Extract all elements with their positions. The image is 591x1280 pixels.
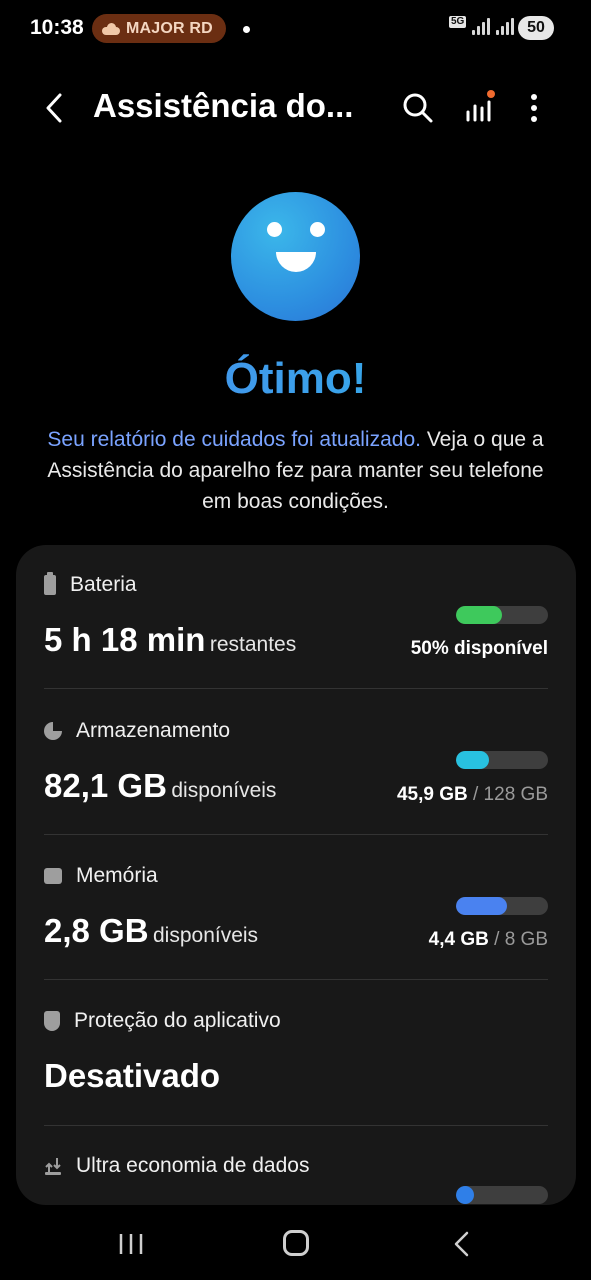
memory-progress-bar — [456, 897, 548, 915]
status-time: 10:38 — [30, 16, 84, 39]
chevron-left-icon — [46, 93, 62, 123]
data-saver-label: Ultra economia de dados — [76, 1154, 310, 1177]
storage-total: / 128 GB — [473, 784, 548, 805]
network-type-badge: 5G — [449, 16, 467, 28]
device-care-screen: 10:38 MAJOR RD 5G 50 Assistência do... Ó… — [0, 0, 591, 1280]
memory-label: Memória — [76, 864, 158, 887]
app-protection-label: Proteção do aplicativo — [74, 1009, 281, 1032]
storage-usage-text: 45,9 GB / 128 GB — [397, 784, 548, 806]
system-navigation-bar — [0, 1208, 591, 1280]
divider — [44, 1125, 548, 1126]
storage-progress-bar — [456, 751, 548, 769]
storage-free-value: 82,1 GB — [44, 767, 167, 804]
battery-time-value: 5 h 18 min — [44, 621, 206, 658]
memory-chip-icon — [44, 868, 62, 884]
data-transfer-icon — [45, 1158, 61, 1175]
diagnostics-button[interactable] — [460, 86, 500, 130]
notification-dot-icon — [243, 26, 250, 33]
divider — [44, 688, 548, 689]
battery-icon — [44, 572, 56, 595]
care-status-heading: Ótimo! — [0, 354, 591, 404]
face-mouth — [276, 252, 316, 272]
back-button[interactable] — [36, 88, 76, 128]
memory-free-unit: disponíveis — [153, 924, 259, 947]
memory-used: 4,4 GB — [428, 929, 489, 950]
search-icon — [403, 93, 433, 123]
bar-chart-icon — [466, 90, 495, 122]
battery-row[interactable]: Bateria 5 h 18 min restantes 50% disponí… — [44, 572, 548, 689]
recents-icon — [119, 1234, 143, 1254]
memory-usage-text: 4,4 GB / 8 GB — [429, 929, 548, 951]
storage-free-unit: disponíveis — [171, 779, 277, 802]
more-options-button[interactable] — [518, 88, 550, 128]
app-protection-status: Desativado — [44, 1057, 221, 1094]
storage-pie-icon — [44, 722, 62, 740]
battery-progress-fill — [456, 606, 502, 624]
report-link[interactable]: Seu relatório de cuidados foi atualizado… — [47, 428, 421, 451]
memory-row[interactable]: Memória 2,8 GB disponíveis 4,4 GB / 8 GB — [44, 864, 548, 980]
report-summary: Seu relatório de cuidados foi atualizado… — [40, 424, 551, 517]
storage-label: Armazenamento — [76, 719, 231, 742]
page-title: Assistência do... — [93, 87, 354, 124]
storage-row[interactable]: Armazenamento 82,1 GB disponíveis 45,9 G… — [44, 719, 548, 835]
home-button[interactable] — [283, 1230, 309, 1256]
smiley-face-icon — [231, 192, 360, 321]
memory-total: / 8 GB — [494, 929, 548, 950]
media-notification-pill[interactable]: MAJOR RD — [92, 14, 226, 43]
battery-progress-bar — [456, 606, 548, 624]
data-saver-progress-fill — [456, 1186, 475, 1204]
storage-used: 45,9 GB — [396, 784, 468, 805]
battery-time-unit: restantes — [209, 633, 297, 656]
face-eye-left — [267, 222, 282, 237]
device-status-card: Bateria 5 h 18 min restantes 50% disponí… — [16, 545, 576, 1205]
data-saver-row[interactable]: Ultra economia de dados — [44, 1154, 548, 1205]
signal-strength-sim2-icon — [496, 18, 514, 35]
shield-icon — [44, 1011, 60, 1031]
recents-button[interactable] — [118, 1232, 144, 1256]
search-button[interactable] — [398, 88, 438, 128]
battery-level-badge: 50 — [518, 16, 554, 40]
media-label: MAJOR RD — [126, 19, 213, 37]
app-protection-row[interactable]: Proteção do aplicativo Desativado — [44, 1009, 548, 1125]
battery-label: Bateria — [70, 573, 137, 596]
memory-free-value: 2,8 GB — [44, 912, 149, 949]
nav-back-icon — [454, 1231, 469, 1257]
storage-progress-fill — [456, 751, 490, 769]
app-bar: Assistência do... — [0, 70, 591, 146]
signal-strength-icon — [472, 18, 490, 35]
divider — [44, 979, 548, 980]
battery-available-text: 50% disponível — [410, 638, 548, 659]
status-bar: 10:38 MAJOR RD 5G 50 — [0, 0, 591, 58]
memory-progress-fill — [456, 897, 507, 915]
divider — [44, 834, 548, 835]
more-vertical-icon — [531, 94, 537, 122]
data-saver-progress-bar — [456, 1186, 548, 1204]
soundcloud-icon — [102, 22, 120, 35]
face-eye-right — [310, 222, 325, 237]
nav-back-button[interactable] — [452, 1230, 472, 1258]
